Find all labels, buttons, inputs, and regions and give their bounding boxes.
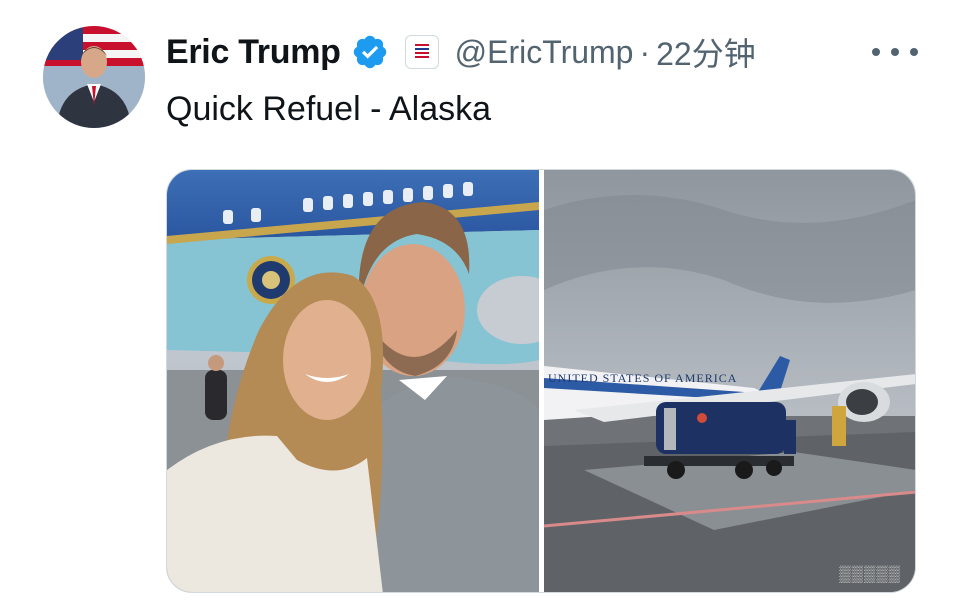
government-affiliation-icon[interactable] (404, 35, 439, 69)
watermark: ▒▒▒▒▒ (839, 566, 901, 583)
separator-dot: · (639, 33, 651, 70)
timestamp[interactable]: 22分钟 (656, 29, 756, 75)
more-horizontal-icon[interactable] (872, 36, 918, 68)
author-name[interactable]: Eric Trump (166, 33, 341, 72)
more-dot (910, 48, 918, 56)
avatar[interactable] (43, 26, 145, 128)
avatar-image (43, 26, 145, 128)
photo-refuel[interactable]: UNITED STATES OF AMERICA (543, 170, 915, 592)
author-handle[interactable]: @EricTrump (455, 34, 634, 71)
tweet-text: Quick Refuel - Alaska (166, 90, 492, 128)
fuselage-text: UNITED STATES OF AMERICA (548, 371, 737, 385)
verified-badge-icon (351, 33, 389, 71)
tweet-header: Eric Trump @EricTrump · 22分钟 (166, 28, 756, 76)
more-dot (872, 48, 880, 56)
photo-selfie[interactable] (167, 170, 567, 592)
tweet-media-grid: UNITED STATES OF AMERICA ▒▒▒▒▒ (166, 169, 916, 593)
more-dot (891, 48, 899, 56)
